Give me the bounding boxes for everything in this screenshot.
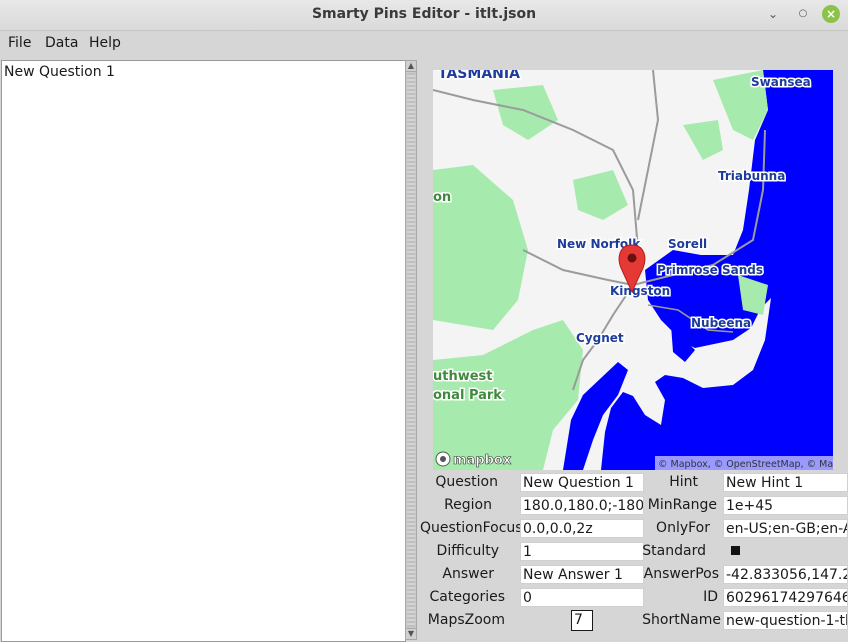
maps-zoom-label: MapsZoom: [427, 612, 505, 628]
id-field[interactable]: 602961742976460: [723, 588, 848, 607]
answer-label: Answer: [442, 566, 494, 582]
min-range-label: MinRange: [647, 497, 717, 513]
map-label-on: on: [433, 190, 451, 205]
minimize-icon[interactable]: ⌄: [764, 5, 782, 23]
short-name-label: ShortName: [642, 612, 721, 628]
region-label: Region: [444, 497, 492, 513]
map-label-triabunna: Triabunna: [718, 169, 785, 183]
window-title: Smarty Pins Editor - itlt.json: [311, 6, 537, 22]
scroll-up-icon[interactable]: ▲: [406, 61, 416, 72]
only-for-label: OnlyFor: [656, 520, 710, 536]
scroll-thumb[interactable]: [407, 73, 415, 627]
maximize-icon[interactable]: ○: [794, 5, 812, 23]
map-label-nubeena: Nubeena: [691, 316, 751, 330]
hint-label: Hint: [669, 474, 698, 490]
min-range-field[interactable]: 1e+45: [723, 496, 848, 515]
answer-pos-field[interactable]: -42.833056,147.27: [723, 565, 848, 584]
categories-field[interactable]: 0: [520, 588, 644, 607]
map-label-national-park: onal Park: [433, 388, 502, 403]
map-view[interactable]: TASMANIA Swansea Triabunna on New Norfol…: [433, 70, 833, 470]
map-label-swansea: Swansea: [751, 75, 811, 89]
map-label-sorell: Sorell: [668, 237, 707, 251]
standard-checkbox[interactable]: [731, 546, 740, 555]
list-scrollbar[interactable]: ▲ ▼: [405, 60, 417, 640]
difficulty-field[interactable]: 1: [520, 542, 644, 561]
categories-label: Categories: [429, 589, 505, 605]
short-name-field[interactable]: new-question-1-th: [723, 611, 848, 630]
close-icon[interactable]: ×: [822, 5, 840, 23]
menu-data[interactable]: Data: [45, 35, 78, 51]
list-item[interactable]: New Question 1: [4, 64, 115, 80]
map-label-kingston: Kingston: [610, 284, 670, 298]
answer-pos-label: AnswerPos: [643, 566, 719, 582]
map-label-southwest: uthwest: [433, 369, 493, 384]
map-label-primrose-sands: Primrose Sands: [657, 263, 763, 277]
question-focus-label: QuestionFocus: [420, 520, 523, 536]
map-attribution: © Mapbox, © OpenStreetMap, © Maxar: [658, 459, 833, 470]
answer-field[interactable]: New Answer 1: [520, 565, 644, 584]
menu-file[interactable]: File: [8, 35, 31, 51]
question-field[interactable]: New Question 1: [520, 473, 644, 492]
question-label: Question: [435, 474, 498, 490]
maps-zoom-field[interactable]: 7: [571, 610, 593, 631]
hint-field[interactable]: New Hint 1: [723, 473, 848, 492]
standard-label: Standard: [642, 543, 706, 559]
question-list[interactable]: New Question 1: [1, 60, 406, 642]
menu-help[interactable]: Help: [89, 35, 121, 51]
difficulty-label: Difficulty: [436, 543, 499, 559]
only-for-field[interactable]: en-US;en-GB;en-AU: [723, 519, 848, 538]
menu-bar: File Data Help: [0, 31, 848, 57]
title-bar: Smarty Pins Editor - itlt.json ⌄ ○ ×: [0, 0, 848, 31]
region-field[interactable]: 180.0,180.0;-180.0: [520, 496, 644, 515]
svg-text:mapbox: mapbox: [453, 453, 512, 468]
map-label-tasmania: TASMANIA: [438, 70, 520, 82]
question-focus-field[interactable]: 0.0,0.0,2z: [520, 519, 644, 538]
map-label-cygnet: Cygnet: [576, 331, 624, 345]
id-label: ID: [703, 589, 718, 605]
scroll-down-icon[interactable]: ▼: [406, 628, 416, 639]
